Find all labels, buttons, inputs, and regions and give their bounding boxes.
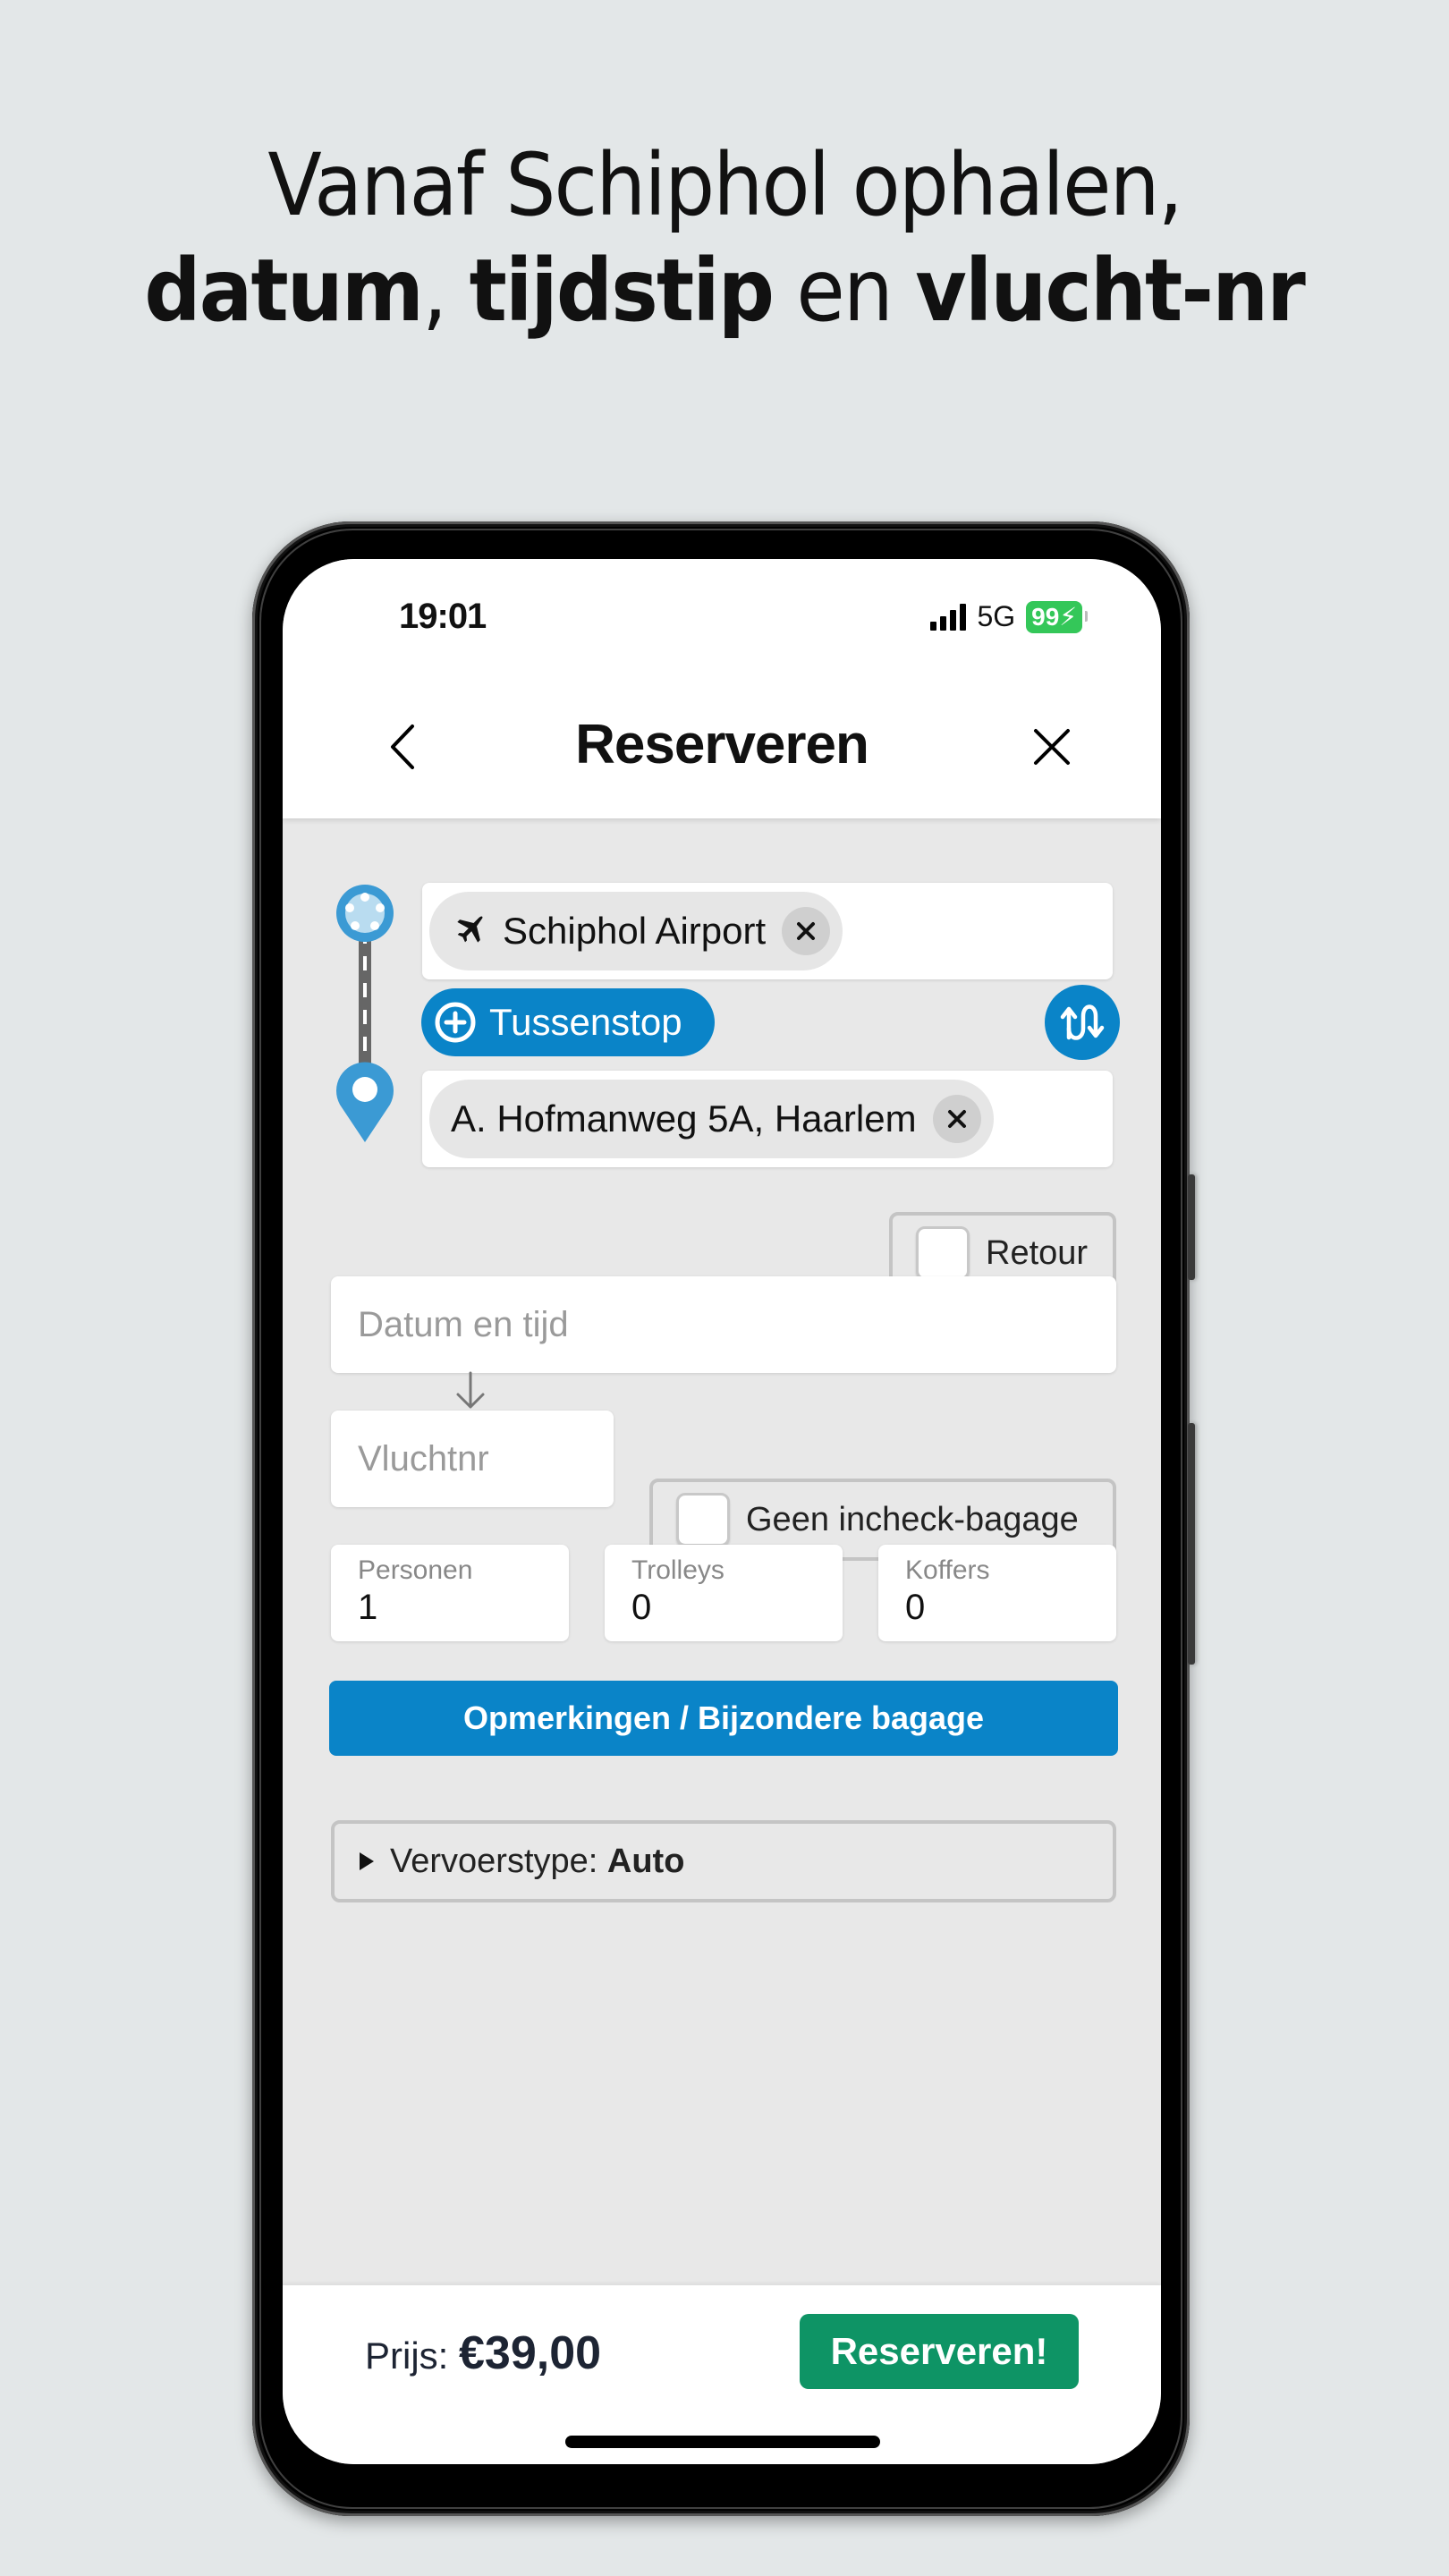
status-indicators: 5G 99⚡︎ [930,600,1088,633]
persons-value: 1 [358,1588,378,1627]
add-stopover-button[interactable]: Tussenstop [421,988,715,1056]
no-checkin-label: Geen incheck-bagage [746,1500,1079,1538]
route-line-icon [336,885,394,1142]
headline-line-2: datum, tijdstip en vlucht-nr [144,238,1307,343]
power-button [1188,1423,1195,1665]
flight-number-input[interactable]: Vluchtnr [331,1411,614,1507]
price-value: €39,00 [459,2327,602,2379]
price: Prijs: €39,00 [365,2326,601,2380]
close-icon [947,1110,966,1128]
headline-segment: , [422,241,470,341]
clear-pickup-button[interactable] [782,907,831,955]
headline-segment: tijdstip [469,241,775,341]
volume-button [1188,1174,1195,1280]
home-indicator[interactable] [565,2436,880,2448]
trolleys-label: Trolleys [631,1555,724,1585]
swap-icon [1060,1004,1105,1040]
phone-frame: 19:01 5G 99⚡︎ Reserveren Schiphol Airpor… [252,521,1195,2516]
pickup-field[interactable]: Schiphol Airport [422,883,1113,979]
signal-icon [930,603,967,631]
network-type: 5G [977,600,1016,632]
close-icon [1034,729,1070,765]
arrow-down-icon [456,1371,485,1409]
headline-segment: datum [144,241,425,341]
datetime-input[interactable]: Datum en tijd [331,1276,1116,1373]
pickup-label: Schiphol Airport [503,910,767,952]
retour-label: Retour [986,1233,1089,1272]
pickup-chip: Schiphol Airport [429,892,843,970]
vehicle-type-toggle[interactable]: Vervoerstype: Auto [331,1820,1116,1902]
headline-segment: en [773,241,916,341]
flight-number-placeholder: Vluchtnr [358,1438,489,1479]
destination-field[interactable]: A. Hofmanweg 5A, Haarlem [422,1071,1113,1167]
persons-input[interactable]: Personen 1 [331,1545,569,1641]
app-screen: 19:01 5G 99⚡︎ Reserveren Schiphol Airpor… [283,559,1161,2464]
battery-level: 99 [1031,602,1060,631]
close-button[interactable] [1025,718,1079,775]
vehicle-type-label: Vervoerstype: [390,1842,607,1880]
top-bar: 19:01 5G 99⚡︎ Reserveren [283,559,1161,818]
datetime-placeholder: Datum en tijd [358,1304,569,1344]
charging-icon: ⚡︎ [1059,602,1077,631]
airplane-icon [457,916,483,943]
remarks-button[interactable]: Opmerkingen / Bijzondere bagage [329,1681,1118,1756]
suitcases-input[interactable]: Koffers 0 [878,1545,1116,1641]
vehicle-type-value: Auto [606,1842,685,1880]
reserve-button[interactable]: Reserveren! [800,2314,1079,2389]
status-time: 19:01 [399,597,487,636]
promo-headline: Vanaf Schiphol ophalen, datum, tijdstip … [0,132,1449,343]
trolleys-input[interactable]: Trolleys 0 [605,1545,843,1641]
headline-line-1: Vanaf Schiphol ophalen, [267,135,1182,235]
destination-label: A. Hofmanweg 5A, Haarlem [451,1097,917,1140]
trolleys-value: 0 [631,1588,652,1627]
triangle-right-icon [360,1852,374,1870]
plus-circle-icon [435,1002,476,1043]
clear-destination-button[interactable] [932,1095,981,1143]
suitcases-label: Koffers [905,1555,990,1585]
close-icon [797,922,816,940]
price-label: Prijs: [365,2334,459,2377]
headline-segment: vlucht-nr [915,241,1307,341]
persons-label: Personen [358,1555,473,1585]
suitcases-value: 0 [905,1588,926,1627]
footer-bar: Prijs: €39,00 Reserveren! [283,2285,1161,2464]
swap-route-button[interactable] [1045,985,1120,1060]
battery-icon: 99⚡︎ [1026,600,1088,633]
stopover-label: Tussenstop [489,1001,682,1043]
destination-chip: A. Hofmanweg 5A, Haarlem [429,1080,994,1158]
checkbox-icon [916,1226,970,1280]
checkbox-icon [676,1493,730,1546]
